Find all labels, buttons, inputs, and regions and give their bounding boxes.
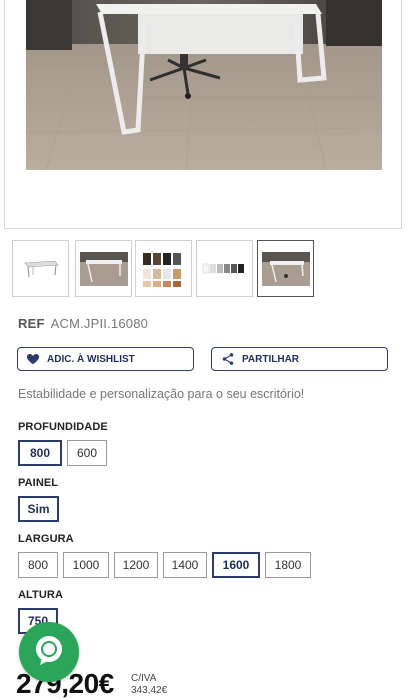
price-with-tax: 343,42€	[131, 685, 168, 696]
thumbnail-desk-render[interactable]	[12, 240, 69, 297]
thumbnail-gallery	[12, 240, 322, 298]
option-painel-sim[interactable]: Sim	[18, 496, 59, 522]
chat-icon	[32, 633, 66, 672]
share-button[interactable]: PARTILHAR	[211, 347, 388, 371]
option-label-profundidade: PROFUNDIDADE	[18, 421, 108, 433]
share-icon	[221, 352, 235, 366]
product-reference: REF ACM.JPII.16080	[18, 316, 148, 331]
option-largura-1000[interactable]: 1000	[63, 552, 109, 578]
add-to-wishlist-button[interactable]: ADIC. À WISHLIST	[17, 347, 194, 371]
option-profundidade-800[interactable]: 800	[18, 440, 62, 466]
option-largura-800[interactable]: 800	[18, 552, 58, 578]
option-largura-1200[interactable]: 1200	[114, 552, 158, 578]
product-tagline: Estabilidade e personalização para o seu…	[18, 387, 305, 401]
price-tax-info: C/IVA 343,42€	[131, 673, 167, 697]
thumbnail-office-photo[interactable]	[75, 240, 132, 297]
option-label-altura: ALTURA	[18, 589, 63, 601]
ref-label: REF	[18, 316, 45, 331]
option-largura-1600[interactable]: 1600	[212, 552, 260, 578]
heart-icon	[26, 352, 40, 366]
chat-widget-button[interactable]	[19, 622, 79, 682]
price-tax-label: C/IVA	[131, 673, 157, 684]
main-product-image-frame	[4, 0, 402, 229]
option-profundidade-600[interactable]: 600	[67, 440, 107, 466]
thumbnail-office-photo-alt[interactable]	[257, 240, 314, 297]
ref-code: ACM.JPII.16080	[50, 316, 149, 331]
option-largura-1800[interactable]: 1800	[265, 552, 311, 578]
option-label-painel: PAINEL	[18, 477, 59, 489]
main-product-photo[interactable]	[26, 0, 382, 170]
option-largura-1400[interactable]: 1400	[163, 552, 207, 578]
wishlist-label: ADIC. À WISHLIST	[47, 353, 135, 365]
share-label: PARTILHAR	[242, 353, 300, 365]
thumbnail-color-swatches[interactable]	[135, 240, 192, 297]
thumbnail-finish-swatches[interactable]	[196, 240, 253, 297]
option-label-largura: LARGURA	[18, 533, 74, 545]
